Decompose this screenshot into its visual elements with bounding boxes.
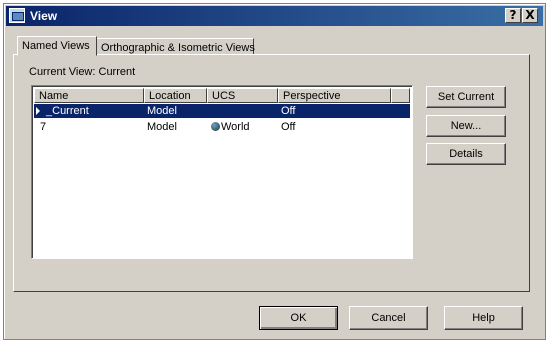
row-name: _Current bbox=[46, 105, 89, 117]
globe-icon bbox=[211, 122, 220, 131]
list-row-current[interactable]: _Current Model Off bbox=[34, 104, 410, 118]
new-button[interactable]: New... bbox=[426, 115, 506, 137]
column-header-name[interactable]: Name bbox=[34, 88, 144, 103]
tab-named-views[interactable]: Named Views bbox=[17, 36, 97, 56]
close-title-button[interactable]: X bbox=[522, 8, 538, 23]
named-views-list[interactable]: Name Location UCS Perspective _Current M… bbox=[31, 85, 413, 259]
row-location: Model bbox=[147, 121, 177, 133]
current-view-label: Current View: Current bbox=[29, 66, 135, 78]
row-name: 7 bbox=[40, 121, 47, 133]
details-button[interactable]: Details bbox=[426, 143, 506, 165]
help-button[interactable]: Help bbox=[444, 306, 523, 330]
column-header-location[interactable]: Location bbox=[144, 88, 207, 103]
window-title: View bbox=[30, 9, 58, 23]
set-current-button[interactable]: Set Current bbox=[426, 86, 506, 108]
row-location: Model bbox=[147, 105, 177, 117]
ok-button[interactable]: OK bbox=[259, 306, 338, 330]
close-icon: X bbox=[525, 8, 535, 22]
current-view-value: Current bbox=[98, 66, 136, 78]
column-header-spacer bbox=[391, 88, 410, 103]
row-ucs: World bbox=[211, 121, 250, 133]
help-title-button[interactable]: ? bbox=[505, 8, 521, 23]
row-perspective: Off bbox=[281, 105, 296, 117]
cancel-button[interactable]: Cancel bbox=[349, 306, 428, 330]
triangle-right-icon bbox=[36, 107, 40, 115]
column-header-ucs[interactable]: UCS bbox=[207, 88, 278, 103]
list-row-7[interactable]: 7 Model World Off bbox=[34, 120, 410, 134]
view-window-icon bbox=[9, 8, 25, 23]
title-bar[interactable]: View ? X bbox=[6, 6, 543, 26]
row-perspective: Off bbox=[281, 121, 296, 133]
tab-orthographic-isometric-views[interactable]: Orthographic & Isometric Views bbox=[96, 38, 255, 55]
current-view-caption: Current View: bbox=[29, 66, 96, 78]
column-header-perspective[interactable]: Perspective bbox=[278, 88, 391, 103]
